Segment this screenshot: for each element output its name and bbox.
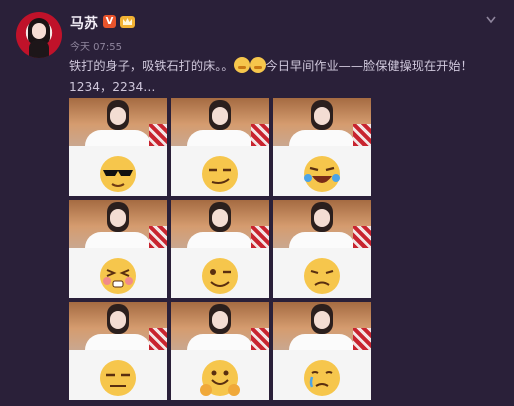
- username[interactable]: 马苏: [70, 13, 98, 33]
- shirt: [187, 130, 253, 146]
- smirk-face-icon: [202, 156, 238, 192]
- member-crown-icon[interactable]: [120, 14, 135, 29]
- photo-thumbnail[interactable]: [273, 98, 371, 196]
- winking-face-icon: [202, 258, 238, 294]
- blushing-face-icon: [100, 258, 136, 294]
- red-trim: [251, 226, 269, 248]
- avatar[interactable]: [16, 12, 62, 58]
- photo-thumbnail[interactable]: [273, 200, 371, 298]
- red-trim: [353, 328, 371, 350]
- photo-thumbnail[interactable]: [69, 200, 167, 298]
- red-trim: [251, 124, 269, 146]
- crying-face-icon: [304, 360, 340, 396]
- red-trim: [353, 226, 371, 248]
- post-text-part1: 铁打的身子，吸铁石打的床。。: [69, 59, 234, 73]
- shirt: [85, 130, 151, 146]
- grinning-hands-face-icon: [200, 360, 240, 396]
- post-timestamp[interactable]: 今天 07:55: [70, 38, 122, 53]
- avatar-face: [32, 23, 46, 39]
- verified-badge-icon[interactable]: V: [103, 15, 116, 28]
- shirt: [289, 130, 355, 146]
- photo-thumbnail[interactable]: [171, 302, 269, 400]
- red-trim: [149, 226, 167, 248]
- sleepy-face-icon: [233, 57, 250, 73]
- photo-thumbnail[interactable]: [69, 98, 167, 196]
- photo-thumbnail[interactable]: [171, 98, 269, 196]
- sunglasses-face-icon: [100, 156, 136, 192]
- sad-face-icon: [304, 258, 340, 294]
- skeptical-face-icon: [100, 360, 136, 396]
- shirt: [187, 232, 253, 248]
- shirt: [289, 232, 355, 248]
- photo-thumbnail[interactable]: [171, 200, 269, 298]
- avatar-body: [29, 40, 49, 58]
- red-trim: [353, 124, 371, 146]
- shirt: [289, 334, 355, 350]
- laughing-tears-face-icon: [304, 156, 340, 192]
- photo-thumbnail[interactable]: [273, 302, 371, 400]
- red-trim: [149, 328, 167, 350]
- chevron-down-icon[interactable]: [486, 16, 496, 24]
- photo-thumbnail[interactable]: [69, 302, 167, 400]
- shirt: [85, 334, 151, 350]
- post-text: 铁打的身子，吸铁石打的床。。 今日早间作业——脸保健操现在开始！1234，2234…: [69, 56, 501, 98]
- shirt: [187, 334, 253, 350]
- shirt: [85, 232, 151, 248]
- photo-grid: [69, 98, 371, 400]
- red-trim: [251, 328, 269, 350]
- red-trim: [149, 124, 167, 146]
- sleepy-face-icon: [249, 57, 266, 73]
